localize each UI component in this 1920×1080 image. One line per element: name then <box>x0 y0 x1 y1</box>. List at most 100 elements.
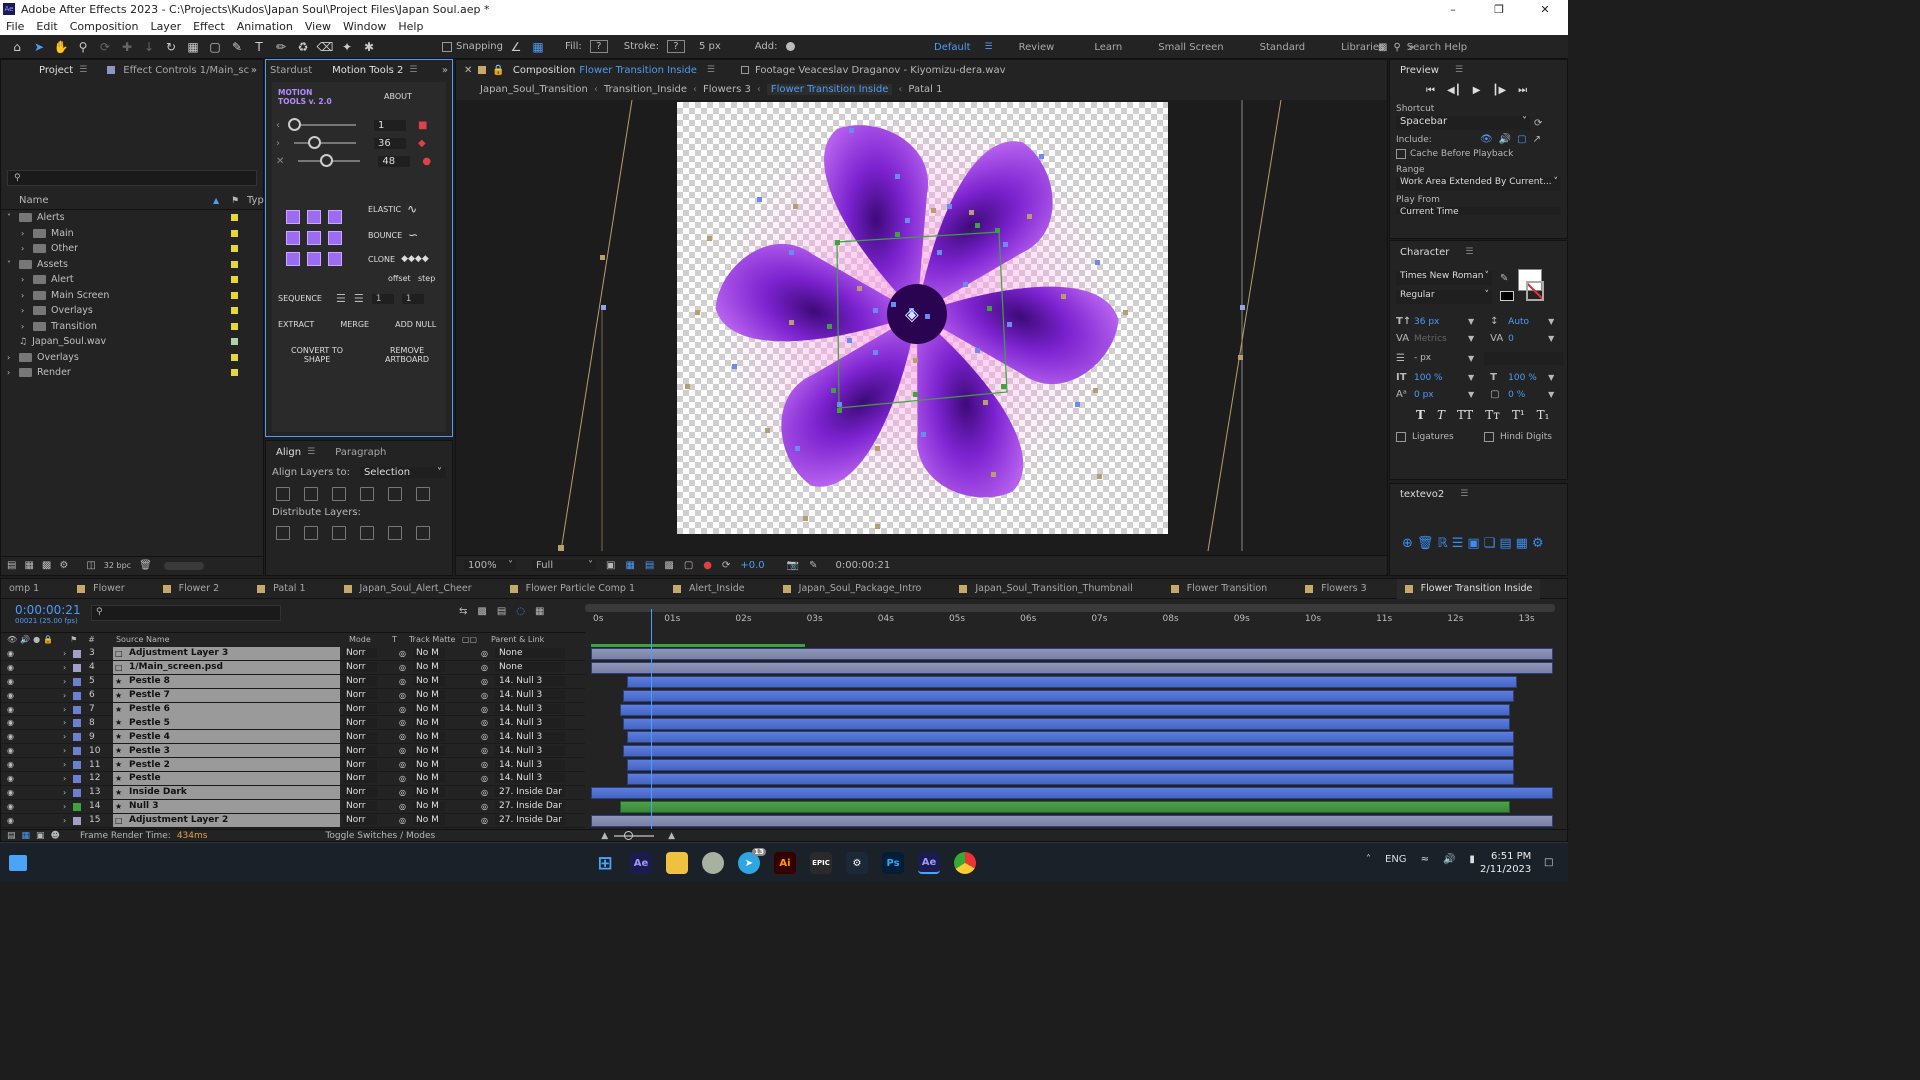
layer-duration-bar[interactable] <box>626 675 1518 688</box>
layer-label-chip[interactable] <box>73 705 81 714</box>
rotate-tool-icon[interactable]: ↻ <box>162 38 180 56</box>
menu-effect[interactable]: Effect <box>187 20 231 33</box>
tracking-value[interactable]: 0 <box>1508 334 1548 344</box>
solo-toggle-icon[interactable]: ● <box>33 635 40 644</box>
anchor-bottom-left[interactable] <box>286 252 300 266</box>
render-icon[interactable]: ▤ <box>7 831 16 841</box>
home-icon[interactable]: ⌂ <box>8 38 26 56</box>
track-matte-select[interactable]: No M <box>413 815 445 826</box>
draft-3d-icon[interactable]: ▩ <box>477 606 486 617</box>
layer-duration-bar[interactable] <box>626 773 1514 786</box>
chevron-right-icon[interactable]: › <box>63 774 66 783</box>
exposure-value[interactable]: +0.0 <box>740 560 764 571</box>
project-item[interactable]: › Alert <box>1 272 263 288</box>
color-channels-icon[interactable]: ● <box>703 560 712 571</box>
small-caps-icon[interactable]: Tᴛ <box>1485 408 1500 422</box>
parent-select[interactable]: 14. Null 3 <box>495 704 565 714</box>
pick-whip-icon[interactable]: ◎ <box>481 760 488 769</box>
layer-visibility-icon[interactable]: ◉ <box>7 691 14 700</box>
chevron-right-icon[interactable]: › <box>63 649 66 658</box>
offset-input[interactable]: 1 <box>371 293 394 304</box>
layer-row[interactable]: ◉ › 13 Inside Dark ★ Norr ◎ No M ◎ 27. Inside Dar <box>1 785 585 800</box>
track-matte-select[interactable]: No M <box>413 704 445 714</box>
distribute-bottom-icon[interactable] <box>332 526 346 540</box>
project-item[interactable]: › Overlays <box>1 303 263 319</box>
timeline-tab[interactable]: Japan_Soul_Transition_Thumbnail <box>951 579 1140 599</box>
workspace-menu-icon[interactable]: ☰ <box>985 42 993 52</box>
label-color-chip[interactable] <box>231 369 238 377</box>
track-matte-select[interactable]: No M <box>413 662 445 673</box>
interpret-footage-icon[interactable]: ▤ <box>7 560 16 571</box>
orbit-tool-icon[interactable]: ⟳ <box>96 38 114 56</box>
layer-label-chip[interactable] <box>73 816 81 825</box>
all-caps-icon[interactable]: TT <box>1457 408 1473 422</box>
project-item[interactable]: ♫ Japan_Soul.wav <box>1 334 263 350</box>
timeline-search[interactable]: ⚲ <box>91 605 281 621</box>
layer-visibility-icon[interactable]: ◉ <box>7 802 14 811</box>
menu-window[interactable]: Window <box>337 20 392 33</box>
range-select[interactable]: Work Area Extended By Current... ˅ <box>1396 177 1561 191</box>
taskbar-after-effects-active[interactable]: Ae <box>918 852 940 874</box>
workspace-default[interactable]: Default <box>920 42 985 53</box>
tsume-value[interactable]: 0 % <box>1508 390 1548 400</box>
project-search[interactable]: ⚲ <box>7 170 257 186</box>
stroke-width-value[interactable]: 5 px <box>699 41 721 52</box>
track-matte-icon[interactable]: ◎ <box>399 691 406 700</box>
breadcrumb-item[interactable]: Flowers 3 <box>703 84 751 95</box>
bpc-value[interactable]: 32 bpc <box>104 561 131 570</box>
paste-icon[interactable]: ▤ <box>1499 536 1511 551</box>
layer-visibility-icon[interactable]: ◉ <box>7 732 14 741</box>
chevron-right-icon[interactable]: › <box>63 760 66 769</box>
mt-slider-value[interactable]: 48 <box>378 155 411 167</box>
track-matte-select[interactable]: No M <box>413 690 445 701</box>
label-color-chip[interactable] <box>231 322 238 330</box>
chrome-icon[interactable] <box>954 852 976 874</box>
layer-mode-select[interactable]: Norr <box>343 676 377 687</box>
pick-whip-icon[interactable]: ◎ <box>481 746 488 755</box>
project-item[interactable]: › Overlays <box>1 350 263 366</box>
breadcrumb-item[interactable]: Patal 1 <box>908 84 942 95</box>
layer-visibility-icon[interactable]: ◉ <box>7 760 14 769</box>
layer-visibility-icon[interactable]: ◉ <box>7 816 14 825</box>
label-color-chip[interactable] <box>231 214 238 222</box>
eraser-tool-icon[interactable]: ⌫ <box>316 38 334 56</box>
chevron-right-icon[interactable]: › <box>21 322 33 331</box>
layer-label-chip[interactable] <box>73 802 81 811</box>
bounce-button[interactable]: BOUNCE ∽ <box>368 228 418 242</box>
label-color-chip[interactable] <box>231 260 238 268</box>
resolution-select[interactable]: Full ˅ <box>532 560 596 571</box>
project-item[interactable]: ˅ Alerts <box>1 210 263 226</box>
tab-project[interactable]: Project ☰ <box>1 60 97 80</box>
pick-whip-icon[interactable]: ◎ <box>481 677 488 686</box>
taskbar-epic-games[interactable]: EPIC <box>810 852 832 874</box>
layer-duration-bar[interactable] <box>591 787 1553 799</box>
baseline-shift-value[interactable]: 0 px <box>1414 390 1468 400</box>
tab-align[interactable]: Align ☰ <box>266 442 325 462</box>
show-snapshot-icon[interactable]: ✎ <box>809 560 817 571</box>
parent-select[interactable]: 27. Inside Dar <box>495 787 565 798</box>
pick-whip-icon[interactable]: ◎ <box>481 718 488 727</box>
settings-icon[interactable]: ⚙ <box>1532 536 1544 551</box>
workspace-review[interactable]: Review <box>1005 42 1069 53</box>
align-bottom-icon[interactable] <box>416 487 430 501</box>
roto-brush-icon[interactable]: ✦ <box>338 38 356 56</box>
timeline-tab[interactable]: Alert_Inside <box>665 579 753 599</box>
kerning-value[interactable]: Metrics <box>1414 334 1468 344</box>
tab-stardust[interactable]: Stardust <box>266 60 322 80</box>
layer-visibility-icon[interactable]: ◉ <box>7 663 14 672</box>
layer-visibility-icon[interactable]: ◉ <box>7 705 14 714</box>
eyedropper-icon[interactable]: ✎ <box>1500 273 1508 284</box>
mask-icon[interactable]: ▤ <box>645 560 654 571</box>
layer-label-chip[interactable] <box>73 788 81 797</box>
distribute-hcenter-icon[interactable] <box>388 526 402 540</box>
layer-label-chip[interactable] <box>73 747 81 756</box>
panel-menu-icon[interactable]: ☰ <box>1460 489 1468 499</box>
type-tool-icon[interactable]: T <box>250 38 268 56</box>
layer-name[interactable]: Pestle 7 <box>129 690 170 700</box>
menu-file[interactable]: File <box>0 20 30 33</box>
track-matte-icon[interactable]: ◎ <box>399 774 406 783</box>
include-audio-icon[interactable]: 🔊 <box>1499 134 1511 145</box>
parent-select[interactable]: 14. Null 3 <box>495 745 565 756</box>
layer-mode-select[interactable]: Norr <box>343 759 377 770</box>
layer-mode-select[interactable]: Norr <box>343 704 377 714</box>
